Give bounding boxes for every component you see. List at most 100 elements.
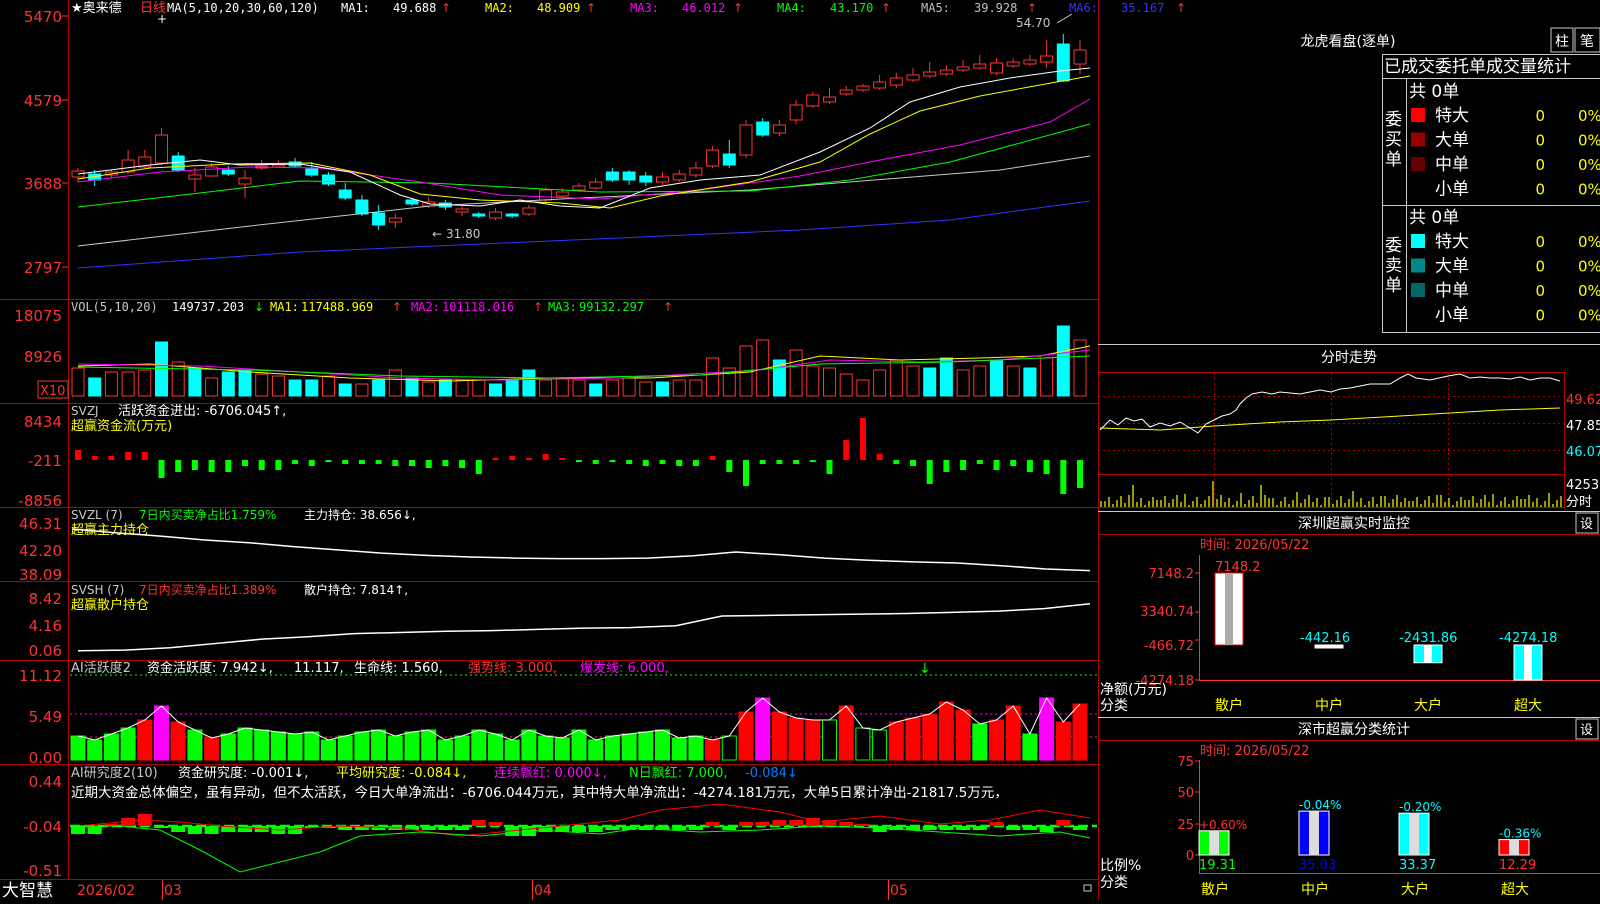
research-bar[interactable] bbox=[488, 822, 503, 826]
research-bar[interactable] bbox=[705, 822, 720, 826]
volume-bar[interactable] bbox=[322, 375, 335, 397]
money-flow-bar[interactable] bbox=[325, 460, 332, 462]
volume-bar[interactable] bbox=[622, 377, 636, 397]
research-bar[interactable] bbox=[1006, 826, 1021, 830]
research-bar[interactable] bbox=[71, 826, 85, 834]
research-bar[interactable] bbox=[87, 826, 102, 834]
activity-bar[interactable] bbox=[855, 727, 871, 761]
money-flow-bar[interactable] bbox=[692, 460, 699, 466]
volume-bar[interactable] bbox=[973, 365, 987, 397]
candle-body[interactable] bbox=[555, 191, 569, 197]
candle-body[interactable] bbox=[322, 174, 335, 185]
volume-bar[interactable] bbox=[589, 383, 603, 397]
activity-bar[interactable] bbox=[972, 723, 988, 761]
money-flow-bar[interactable] bbox=[592, 460, 599, 464]
activity-bar[interactable] bbox=[287, 733, 303, 761]
activity-bar[interactable] bbox=[154, 705, 169, 761]
activity-bar[interactable] bbox=[521, 729, 537, 761]
candle-body[interactable] bbox=[539, 189, 553, 201]
volume-bar[interactable] bbox=[238, 369, 252, 397]
volume-bar[interactable] bbox=[555, 377, 569, 397]
money-flow-bar[interactable] bbox=[1043, 460, 1050, 474]
activity-bar[interactable] bbox=[237, 727, 253, 761]
candle-body[interactable] bbox=[973, 63, 987, 69]
sz-rt-bars[interactable]: 7148.2 -442.16 -2431.86 -4274.18 bbox=[1214, 560, 1557, 681]
money-flow-bar[interactable] bbox=[509, 456, 516, 460]
activity-bar[interactable] bbox=[337, 735, 353, 761]
research-bar[interactable] bbox=[171, 826, 186, 832]
volume-bar[interactable] bbox=[1056, 325, 1070, 397]
volume-bar[interactable] bbox=[121, 371, 135, 397]
volume-bar[interactable] bbox=[255, 373, 269, 397]
volume-bar[interactable] bbox=[939, 357, 953, 397]
research-bar[interactable] bbox=[1022, 826, 1037, 830]
svsh-panel[interactable]: 8.42 4.16 0.06 SVSH (7) 7日内买卖净占比1.389% 散… bbox=[29, 582, 1091, 660]
volume-bar[interactable] bbox=[1023, 367, 1037, 397]
research-bar[interactable] bbox=[1039, 826, 1054, 832]
candle-body[interactable] bbox=[271, 164, 285, 168]
volume-bar[interactable] bbox=[188, 367, 202, 397]
money-flow-bar[interactable] bbox=[876, 454, 883, 460]
volume-bar[interactable] bbox=[355, 383, 369, 397]
money-flow-bar[interactable] bbox=[125, 452, 132, 460]
money-flow-bar[interactable] bbox=[292, 460, 299, 464]
money-flow-bar[interactable] bbox=[108, 456, 115, 460]
activity-bar[interactable] bbox=[454, 735, 470, 761]
intraday-panel[interactable]: 分时走势 49.62 47.85 46.07 4253 分时 bbox=[1098, 344, 1600, 511]
volume-bar[interactable] bbox=[605, 379, 619, 397]
volume-bar[interactable] bbox=[388, 369, 402, 397]
volume-bar[interactable] bbox=[472, 379, 486, 397]
activity-bar[interactable] bbox=[688, 735, 704, 761]
money-flow-bar[interactable] bbox=[910, 460, 916, 466]
candle-body[interactable] bbox=[939, 69, 953, 75]
activity-bar[interactable] bbox=[888, 721, 904, 761]
money-flow-bar[interactable] bbox=[642, 460, 649, 466]
volume-bar[interactable] bbox=[104, 371, 118, 397]
volume-bar[interactable] bbox=[338, 383, 352, 397]
money-flow-bar[interactable] bbox=[375, 460, 382, 464]
research-bar[interactable] bbox=[739, 822, 753, 826]
volume-bar[interactable] bbox=[539, 379, 553, 397]
money-flow-bar[interactable] bbox=[1060, 460, 1067, 494]
candle-body[interactable] bbox=[956, 66, 970, 71]
money-flow-bar[interactable] bbox=[175, 460, 182, 472]
volume-bar[interactable] bbox=[639, 381, 653, 397]
volume-bar[interactable] bbox=[906, 365, 920, 397]
volume-bar[interactable] bbox=[923, 367, 937, 397]
research-bar[interactable] bbox=[605, 826, 620, 830]
research-bar[interactable] bbox=[187, 826, 202, 834]
sz-rt-settings-label[interactable]: 设 bbox=[1580, 517, 1593, 532]
money-flow-bar[interactable] bbox=[191, 460, 198, 470]
candle-body[interactable] bbox=[188, 174, 202, 180]
activity-bar[interactable] bbox=[705, 739, 721, 761]
chart-canvas[interactable]: 5470 4579 3688 2797 ★奥来德 日线 MA(5,10,20,3… bbox=[0, 0, 1600, 901]
money-flow-bar[interactable] bbox=[208, 460, 215, 472]
activity-bar[interactable] bbox=[170, 721, 186, 761]
candle-body[interactable] bbox=[1073, 49, 1087, 65]
activity-bar[interactable] bbox=[137, 719, 153, 761]
money-flow-bar[interactable] bbox=[659, 460, 666, 464]
research-bar[interactable] bbox=[471, 820, 486, 826]
activity-bar[interactable] bbox=[371, 729, 387, 761]
research-bar[interactable] bbox=[154, 826, 169, 828]
money-flow-bar[interactable] bbox=[960, 460, 967, 470]
volume-bar[interactable] bbox=[856, 379, 870, 397]
activity-bar[interactable] bbox=[721, 735, 737, 761]
money-flow-bar[interactable] bbox=[726, 460, 733, 472]
candle-body[interactable] bbox=[739, 124, 753, 156]
volume-bar[interactable] bbox=[789, 349, 803, 397]
candle-body[interactable] bbox=[355, 199, 369, 215]
research-bar[interactable] bbox=[572, 826, 586, 832]
candle-body[interactable] bbox=[238, 177, 252, 185]
volume-bar[interactable] bbox=[271, 375, 285, 397]
shenzhen-classify-panel[interactable]: 深市超赢分类统计 设 时间: 2026/05/22 75 50 25 0 比例%… bbox=[1098, 717, 1600, 899]
money-flow-bar[interactable] bbox=[759, 460, 766, 464]
candle-body[interactable] bbox=[522, 207, 536, 215]
candle-body[interactable] bbox=[656, 176, 669, 183]
volume-bar[interactable] bbox=[422, 381, 436, 397]
money-flow-bar[interactable] bbox=[609, 460, 616, 462]
candle-body[interactable] bbox=[589, 181, 603, 189]
activity-bar[interactable] bbox=[571, 729, 587, 761]
ai-research-panel[interactable]: 0.44 -0.04 -0.51 AI研究度2(10) 资金研究度: -0.00… bbox=[23, 765, 1097, 880]
money-flow-bar[interactable] bbox=[576, 460, 582, 462]
